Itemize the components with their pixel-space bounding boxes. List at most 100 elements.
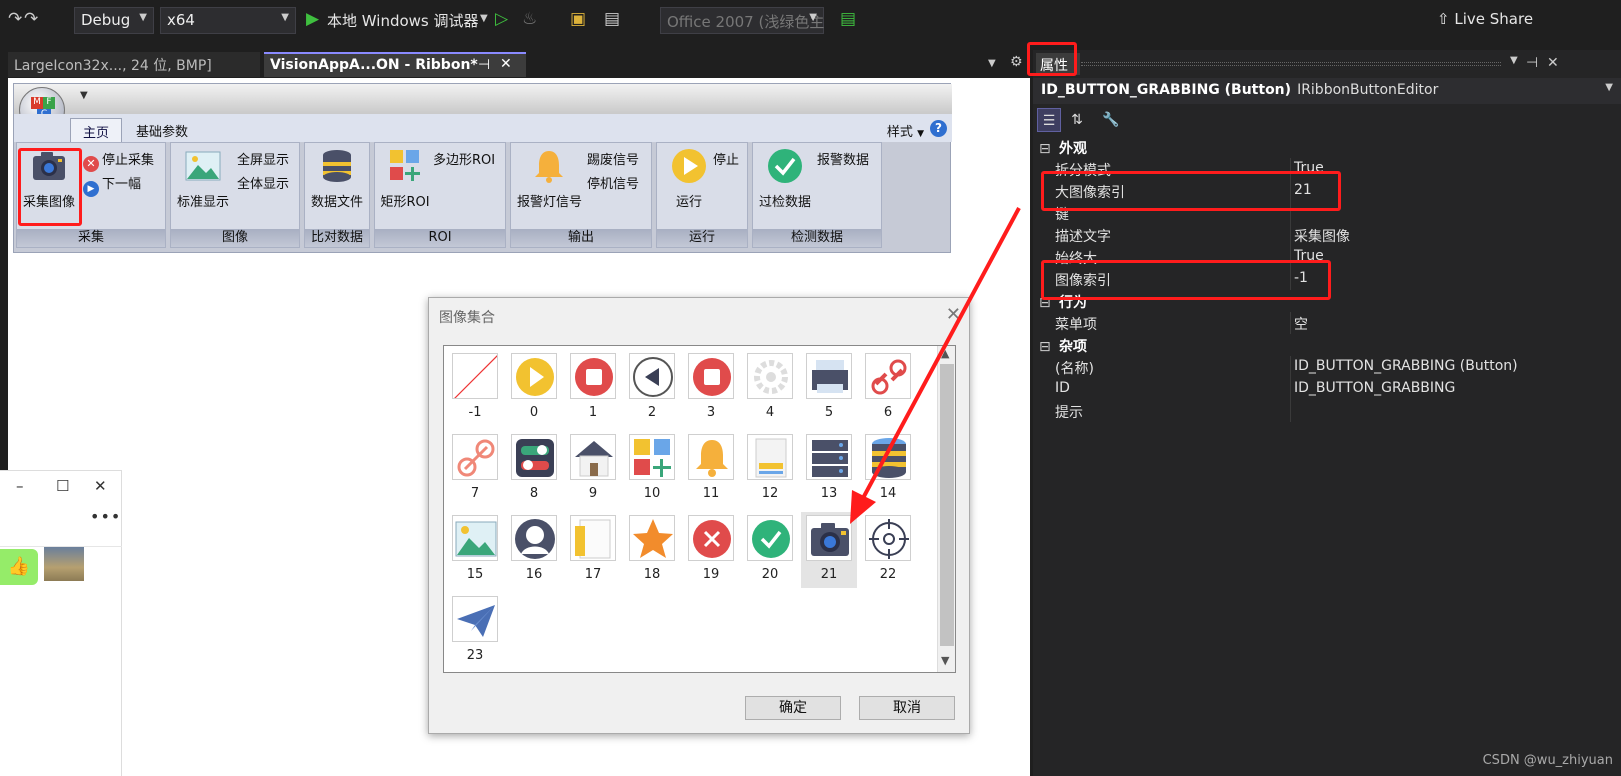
tab-home[interactable]: 主页: [70, 118, 123, 142]
pin-icon[interactable]: ⊣: [478, 57, 490, 73]
alarm-data-button[interactable]: 报警数据: [817, 149, 869, 169]
prop-row-name[interactable]: (名称) ID_BUTTON_GRABBING (Button): [1033, 356, 1621, 378]
scrollbar[interactable]: ▲ ▼: [937, 346, 955, 672]
hot-reload-icon[interactable]: ♨: [522, 9, 537, 29]
image-list[interactable]: -1 0 1 2 3 4 5 6 7 8 9 10 11 12 13 14 15 16 17 18 19 20 21 22 23…: [443, 345, 956, 673]
prop-row-description[interactable]: 描述文字 采集图像: [1033, 224, 1621, 246]
polygon-roi-button[interactable]: 多边形ROI: [433, 149, 495, 169]
chevron-down-icon[interactable]: ▼: [480, 13, 488, 24]
ok-button[interactable]: 确定: [745, 696, 841, 720]
image-item[interactable]: 18: [624, 512, 680, 588]
image-item[interactable]: 0: [506, 350, 562, 426]
image-item[interactable]: 21: [801, 512, 857, 588]
config-dropdown[interactable]: Debug ▼: [74, 7, 154, 34]
maximize-icon[interactable]: ☐: [56, 477, 69, 495]
fullscreen-button[interactable]: 全屏显示: [237, 149, 289, 169]
image-item[interactable]: 12: [742, 431, 798, 507]
prop-row-menu-items[interactable]: 菜单项 空: [1033, 312, 1621, 334]
image-item[interactable]: 15: [447, 512, 503, 588]
image-item[interactable]: 16: [506, 512, 562, 588]
close-icon[interactable]: ✕: [500, 56, 512, 72]
image-item[interactable]: 2: [624, 350, 680, 426]
reject-signal-button[interactable]: 踢废信号: [587, 149, 639, 169]
fit-all-button[interactable]: 全体显示: [237, 173, 289, 193]
scroll-down-icon[interactable]: ▼: [941, 654, 949, 667]
run-button[interactable]: 运行: [659, 147, 719, 211]
object-selector[interactable]: ID_BUTTON_GRABBING (Button) IRibbonButton…: [1033, 78, 1621, 104]
help-icon[interactable]: ?: [930, 120, 947, 137]
prop-value[interactable]: ID_BUTTON_GRABBING: [1294, 380, 1455, 396]
image-item[interactable]: 4: [742, 350, 798, 426]
minimize-icon[interactable]: –: [16, 477, 24, 495]
pass-data-button[interactable]: 过检数据: [755, 147, 815, 211]
layout-icon[interactable]: ▤: [604, 9, 620, 29]
image-index-label: 19: [702, 567, 720, 582]
style-menu[interactable]: 样式 ▼: [887, 121, 924, 140]
pin-icon[interactable]: ⊣: [1526, 55, 1538, 71]
redo-icon[interactable]: ↷: [8, 9, 22, 29]
alphabetical-icon[interactable]: ⇅: [1065, 108, 1089, 132]
image-item[interactable]: 14: [860, 431, 916, 507]
chevron-down-icon[interactable]: ▼: [988, 58, 996, 69]
scroll-thumb[interactable]: [940, 364, 954, 646]
image-item[interactable]: 22: [860, 512, 916, 588]
category-appearance[interactable]: ⊟ 外观: [1033, 136, 1621, 158]
prop-value[interactable]: 采集图像: [1294, 226, 1350, 246]
close-icon[interactable]: ✕: [1547, 55, 1559, 71]
collapse-icon[interactable]: ⊟: [1039, 141, 1051, 157]
platform-dropdown[interactable]: x64 ▼: [160, 7, 296, 34]
alarm-light-button[interactable]: 报警灯信号: [517, 147, 582, 211]
image-item[interactable]: 23: [447, 593, 503, 669]
tab-basic-params[interactable]: 基础参数: [124, 118, 200, 142]
image-item[interactable]: 5: [801, 350, 857, 426]
start-without-debug-icon[interactable]: ▷: [495, 9, 508, 29]
cancel-button[interactable]: 取消: [859, 696, 955, 720]
image-item[interactable]: 17: [565, 512, 621, 588]
prop-value[interactable]: 空: [1294, 314, 1308, 334]
avatar[interactable]: [44, 547, 84, 581]
gear-icon[interactable]: ⚙: [1010, 54, 1023, 70]
redo-icon[interactable]: ↷: [24, 9, 38, 29]
more-icon[interactable]: •••: [90, 507, 121, 526]
chevron-down-icon[interactable]: ▼: [80, 90, 88, 101]
tab-ribbon[interactable]: VisionAppA...ON - Ribbon* ⊣ ✕: [264, 52, 526, 77]
prop-row-id[interactable]: ID ID_BUTTON_GRABBING: [1033, 378, 1621, 400]
image-item[interactable]: 20: [742, 512, 798, 588]
play-icon[interactable]: ▶: [306, 9, 319, 29]
image-item[interactable]: 9: [565, 431, 621, 507]
scroll-up-icon[interactable]: ▲: [941, 347, 949, 360]
prop-row-tooltip[interactable]: 提示: [1033, 400, 1621, 422]
live-share-button[interactable]: ⇧ Live Share: [1437, 10, 1533, 28]
prop-name: 描述文字: [1055, 229, 1111, 245]
prop-value[interactable]: ID_BUTTON_GRABBING (Button): [1294, 358, 1518, 374]
chevron-down-icon[interactable]: ▼: [1510, 55, 1518, 66]
stop-button[interactable]: 停止: [713, 149, 739, 169]
theme-dropdown[interactable]: Office 2007 (浅绿色主 ▼: [660, 7, 824, 34]
wrench-icon[interactable]: 🔧: [1099, 108, 1123, 132]
image-item[interactable]: 1: [565, 350, 621, 426]
data-file-button[interactable]: 数据文件: [307, 147, 367, 211]
image-item[interactable]: 11: [683, 431, 739, 507]
next-frame-button[interactable]: ▶ 下一幅: [83, 173, 141, 197]
image-item[interactable]: 13: [801, 431, 857, 507]
folder-icon[interactable]: ▣: [570, 9, 586, 29]
stop-signal-button[interactable]: 停机信号: [587, 173, 639, 193]
image-item[interactable]: 8: [506, 431, 562, 507]
tab-bitmap[interactable]: LargeIcon32x..., 24 位, BMP]: [8, 52, 260, 77]
close-icon[interactable]: ✕: [94, 477, 107, 495]
collapse-icon[interactable]: ⊟: [1039, 339, 1051, 355]
categorized-icon[interactable]: ☰: [1037, 108, 1061, 132]
image-item[interactable]: 19: [683, 512, 739, 588]
category-misc[interactable]: ⊟ 杂项: [1033, 334, 1621, 356]
image-item[interactable]: 7: [447, 431, 503, 507]
rect-roi-button[interactable]: 矩形ROI: [375, 147, 435, 211]
run-icon[interactable]: ▤: [840, 9, 856, 29]
image-item[interactable]: 3: [683, 350, 739, 426]
debugger-button[interactable]: 本地 Windows 调试器: [327, 10, 479, 31]
stop-capture-button[interactable]: ✕ 停止采集: [83, 149, 154, 172]
close-icon[interactable]: ✕: [946, 304, 961, 325]
image-item[interactable]: 10: [624, 431, 680, 507]
image-item[interactable]: 6: [860, 350, 916, 426]
image-item[interactable]: -1: [447, 350, 503, 426]
standard-display-button[interactable]: 标准显示: [173, 147, 233, 211]
